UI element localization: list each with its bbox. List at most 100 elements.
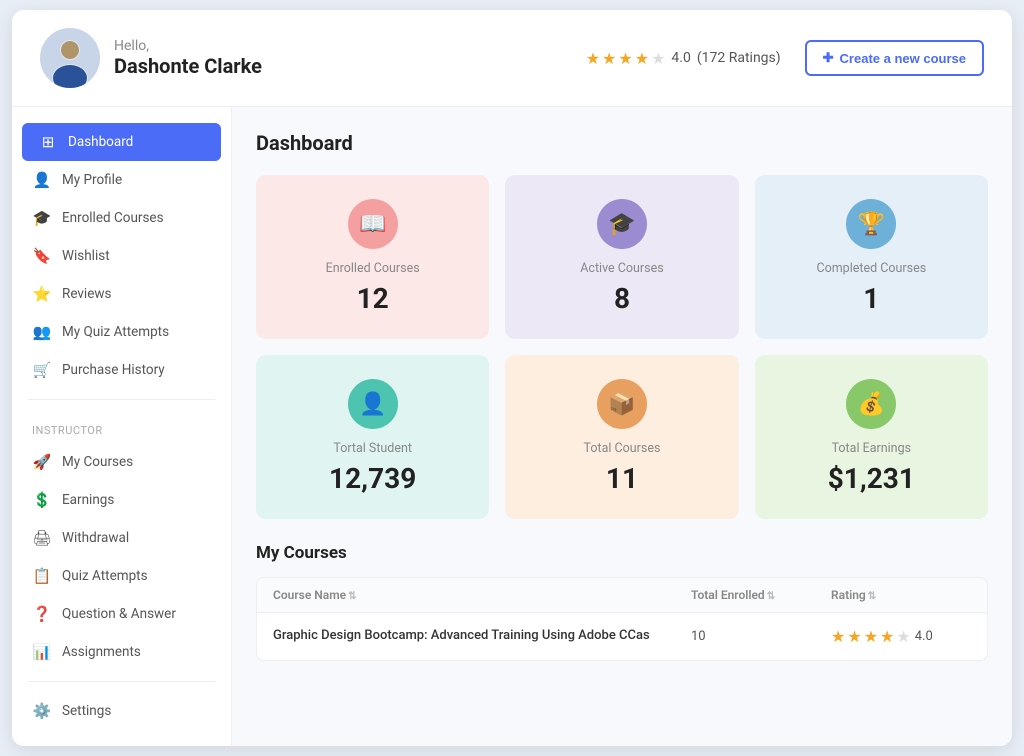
- my-courses-icon: 🚀: [32, 453, 52, 471]
- sidebar-label-earnings: Earnings: [62, 492, 114, 508]
- sidebar: ⊞ Dashboard 👤 My Profile 🎓 Enrolled Cour…: [12, 107, 232, 746]
- sidebar-item-enrolled-courses[interactable]: 🎓 Enrolled Courses: [12, 199, 231, 237]
- header-greeting: Hello, Dashonte Clarke: [114, 38, 586, 78]
- stat-icon-active-courses: 🎓: [597, 199, 647, 249]
- stat-card-total-earnings: 💰 Total Earnings $1,231: [755, 355, 988, 519]
- star-1: ★: [602, 49, 616, 68]
- withdrawal-icon: 🖨: [32, 529, 52, 547]
- plus-icon: ✚: [823, 50, 834, 66]
- wishlist-icon: 🔖: [32, 247, 52, 265]
- sidebar-item-earnings[interactable]: 💲 Earnings: [12, 481, 231, 519]
- sidebar-label-my-profile: My Profile: [62, 172, 122, 188]
- table-body: Graphic Design Bootcamp: Advanced Traini…: [257, 613, 987, 660]
- quiz-attempts-icon: 📋: [32, 567, 52, 585]
- header: Hello, Dashonte Clarke ★★★★★ 4.0 (172 Ra…: [12, 10, 1012, 107]
- star-2: ★: [618, 49, 632, 68]
- reviews-icon: ⭐: [32, 285, 52, 303]
- table-header-2[interactable]: Rating⇅: [831, 588, 971, 602]
- row-star-0-4: ★: [896, 627, 910, 646]
- earnings-icon: 💲: [32, 491, 52, 509]
- stat-label-total-student: Tortal Student: [333, 441, 412, 456]
- stat-value-active-courses: 8: [614, 282, 630, 315]
- user-name: Dashonte Clarke: [114, 54, 586, 78]
- row-stars-0: ★★★★★: [831, 627, 911, 646]
- stat-card-total-courses: 📦 Total Courses 11: [505, 355, 738, 519]
- sidebar-label-withdrawal: Withdrawal: [62, 530, 129, 546]
- sort-icon-2: ⇅: [868, 591, 876, 602]
- row-star-0-0: ★: [831, 627, 845, 646]
- sidebar-item-wishlist[interactable]: 🔖 Wishlist: [12, 237, 231, 275]
- my-profile-icon: 👤: [32, 171, 52, 189]
- body-layout: ⊞ Dashboard 👤 My Profile 🎓 Enrolled Cour…: [12, 107, 1012, 746]
- stat-card-total-student: 👤 Tortal Student 12,739: [256, 355, 489, 519]
- sort-icon-1: ⇅: [767, 591, 775, 602]
- row-rating-value-0: 4.0: [915, 629, 933, 644]
- question-answer-icon: ❓: [32, 605, 52, 623]
- instructor-section-label: Instructor: [12, 410, 231, 443]
- stat-icon-enrolled-courses: 📖: [348, 199, 398, 249]
- sidebar-label-enrolled-courses: Enrolled Courses: [62, 210, 164, 226]
- greeting-text: Hello,: [114, 38, 586, 54]
- settings-icon: ⚙️: [32, 702, 52, 720]
- row-star-0-1: ★: [847, 627, 861, 646]
- sidebar-item-my-quiz-attempts[interactable]: 👥 My Quiz Attempts: [12, 313, 231, 351]
- sidebar-item-withdrawal[interactable]: 🖨 Withdrawal: [12, 519, 231, 557]
- stat-icon-total-courses: 📦: [597, 379, 647, 429]
- sidebar-item-purchase-history[interactable]: 🛒 Purchase History: [12, 351, 231, 389]
- create-btn-label: Create a new course: [840, 51, 966, 66]
- stat-value-total-courses: 11: [606, 462, 638, 495]
- table-header-1[interactable]: Total Enrolled⇅: [691, 588, 831, 602]
- sidebar-divider-2: [28, 681, 215, 682]
- rating-count: (172 Ratings): [697, 50, 781, 66]
- sidebar-item-reviews[interactable]: ⭐ Reviews: [12, 275, 231, 313]
- sidebar-label-purchase-history: Purchase History: [62, 362, 165, 378]
- row-star-0-3: ★: [880, 627, 894, 646]
- sidebar-item-quiz-attempts[interactable]: 📋 Quiz Attempts: [12, 557, 231, 595]
- stat-label-enrolled-courses: Enrolled Courses: [326, 261, 420, 276]
- sidebar-item-assignments[interactable]: 📊 Assignments: [12, 633, 231, 671]
- stats-grid: 📖 Enrolled Courses 12 🎓 Active Courses 8…: [256, 175, 988, 519]
- stat-value-total-earnings: $1,231: [828, 462, 915, 495]
- sidebar-label-question-answer: Question & Answer: [62, 606, 176, 622]
- table-header-0[interactable]: Course Name⇅: [273, 588, 691, 602]
- stat-value-enrolled-courses: 12: [357, 282, 389, 315]
- page-title: Dashboard: [256, 131, 988, 155]
- sidebar-label-my-quiz-attempts: My Quiz Attempts: [62, 324, 169, 340]
- star-0: ★: [586, 49, 600, 68]
- sidebar-label-dashboard: Dashboard: [68, 134, 133, 150]
- enrolled-courses-icon: 🎓: [32, 209, 52, 227]
- sidebar-item-question-answer[interactable]: ❓ Question & Answer: [12, 595, 231, 633]
- main-content: Dashboard 📖 Enrolled Courses 12 🎓 Active…: [232, 107, 1012, 746]
- star-3: ★: [635, 49, 649, 68]
- stat-value-total-student: 12,739: [329, 462, 416, 495]
- my-courses-title: My Courses: [256, 543, 988, 563]
- sort-icon-0: ⇅: [348, 591, 356, 602]
- avatar: [40, 28, 100, 88]
- stat-label-completed-courses: Completed Courses: [816, 261, 926, 276]
- sidebar-item-my-profile[interactable]: 👤 My Profile: [12, 161, 231, 199]
- enrolled-0: 10: [691, 629, 831, 644]
- stat-card-enrolled-courses: 📖 Enrolled Courses 12: [256, 175, 489, 339]
- create-course-button[interactable]: ✚ Create a new course: [805, 40, 984, 76]
- app-container: Hello, Dashonte Clarke ★★★★★ 4.0 (172 Ra…: [12, 10, 1012, 746]
- sidebar-item-settings[interactable]: ⚙️ Settings: [12, 692, 231, 730]
- sidebar-label-my-courses: My Courses: [62, 454, 133, 470]
- table-header: Course Name⇅Total Enrolled⇅Rating⇅: [257, 578, 987, 613]
- sidebar-label-reviews: Reviews: [62, 286, 112, 302]
- stat-icon-total-student: 👤: [348, 379, 398, 429]
- stat-icon-completed-courses: 🏆: [846, 199, 896, 249]
- stat-label-total-earnings: Total Earnings: [832, 441, 911, 456]
- purchase-history-icon: 🛒: [32, 361, 52, 379]
- stat-label-active-courses: Active Courses: [580, 261, 663, 276]
- sidebar-label-assignments: Assignments: [62, 644, 141, 660]
- header-rating: ★★★★★ 4.0 (172 Ratings): [586, 49, 781, 68]
- sidebar-item-my-courses[interactable]: 🚀 My Courses: [12, 443, 231, 481]
- table-row: Graphic Design Bootcamp: Advanced Traini…: [257, 613, 987, 660]
- stat-label-total-courses: Total Courses: [584, 441, 661, 456]
- sidebar-divider: [28, 399, 215, 400]
- sidebar-label-settings: Settings: [62, 703, 111, 719]
- sidebar-item-dashboard[interactable]: ⊞ Dashboard: [22, 123, 221, 161]
- course-name-0: Graphic Design Bootcamp: Advanced Traini…: [273, 627, 691, 645]
- stat-card-active-courses: 🎓 Active Courses 8: [505, 175, 738, 339]
- stat-card-completed-courses: 🏆 Completed Courses 1: [755, 175, 988, 339]
